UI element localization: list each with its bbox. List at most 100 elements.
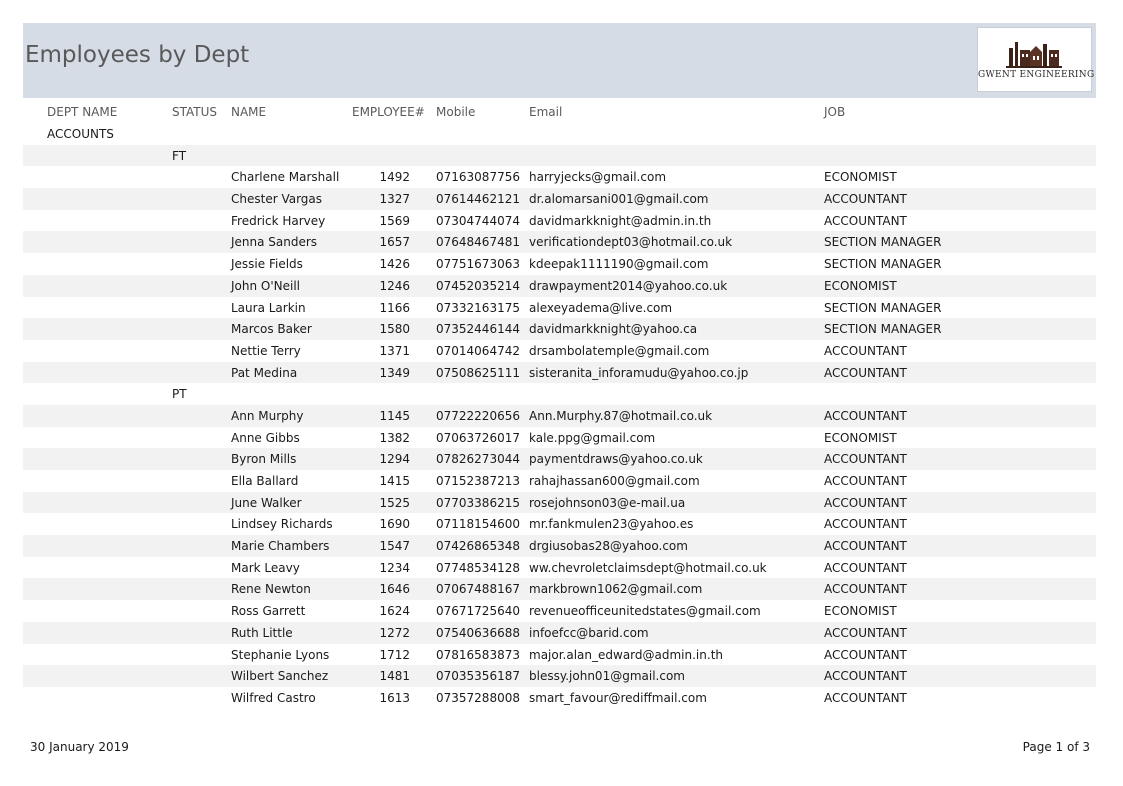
employee-job: ACCOUNTANT [824, 647, 907, 662]
employee-mobile: 07540636688 [436, 625, 520, 640]
employee-job: ACCOUNTANT [824, 669, 907, 684]
employee-email: davidmarkknight@admin.in.th [529, 213, 712, 228]
employee-name: Marie Chambers [231, 539, 330, 554]
col-header-name: NAME [231, 105, 267, 119]
employee-email: mr.fankmulen23@yahoo.es [529, 517, 694, 532]
table-row: Charlene Marshall 1492 07163087756 harryjec… [23, 166, 1096, 188]
employee-number: 1690 [379, 517, 410, 532]
table-row: Pat Medina 1349 07508625111 sisteranita_inf… [23, 361, 1096, 384]
employee-name: Chester Vargas [231, 192, 323, 207]
employee-email: major.alan_edward@admin.in.th [529, 647, 723, 662]
employee-email: ww.chevroletclaimsdept@hotmail.co.uk [529, 560, 767, 575]
employee-mobile: 07751673063 [436, 257, 520, 272]
employee-number: 1234 [379, 560, 410, 575]
employee-number: 1426 [379, 257, 410, 272]
employee-name: Marcos Baker [231, 322, 312, 337]
employee-mobile: 07014064742 [436, 343, 520, 358]
employee-job: ACCOUNTANT [824, 343, 907, 358]
employee-email: drgiusobas28@yahoo.com [529, 539, 688, 554]
employee-job: ACCOUNTANT [824, 517, 907, 532]
employee-number: 1327 [379, 192, 410, 207]
employee-email: davidmarkknight@yahoo.ca [529, 322, 698, 337]
table-row: Marie Chambers 1547 07426865348 drgiusobas2… [23, 535, 1096, 557]
status-group-row: PT [23, 383, 1096, 405]
employee-email: paymentdraws@yahoo.co.uk [529, 452, 703, 467]
employee-name: Stephanie Lyons [231, 647, 330, 662]
employee-job: SECTION MANAGER [824, 257, 942, 272]
table-row: Mark Leavy 1234 07748534128 ww.chevroletcla… [23, 557, 1096, 579]
report-header: Employees by Dept GWENT ENGINEERING [23, 23, 1096, 98]
table-row: Fredrick Harvey 1569 07304744074 davidmarkk… [23, 210, 1096, 232]
employee-mobile: 07703386215 [436, 495, 520, 510]
employee-name: Ruth Little [231, 625, 293, 640]
employee-name: Rene Newton [231, 582, 311, 597]
table-row: Chester Vargas 1327 07614462121 dr.alomarsa… [23, 188, 1096, 210]
employee-job: ECONOMIST [824, 430, 897, 445]
employee-mobile: 07826273044 [436, 452, 520, 467]
employee-name: Lindsey Richards [231, 517, 333, 532]
table-row: Lindsey Richards 1690 07118154600 mr.fankmu… [23, 513, 1096, 535]
employee-number: 1382 [379, 430, 410, 445]
employee-number: 1371 [379, 343, 410, 358]
employee-email: drawpayment2014@yahoo.co.uk [529, 278, 728, 293]
table-row: Ella Ballard 1415 07152387213 rahajhassan60… [23, 470, 1096, 492]
col-header-job: JOB [824, 105, 846, 119]
employee-mobile: 07304744074 [436, 213, 520, 228]
table-row: Byron Mills 1294 07826273044 paymentdraws@y… [23, 448, 1096, 470]
employee-number: 1166 [379, 300, 410, 315]
employee-name: Mark Leavy [231, 560, 300, 575]
employee-email: kdeepak1111190@gmail.com [529, 257, 709, 272]
employee-name: Jenna Sanders [231, 235, 318, 250]
employee-mobile: 07748534128 [436, 560, 520, 575]
table-row: Anne Gibbs 1382 07063726017 kale.ppg@gmail.… [23, 427, 1096, 449]
table-row: Laura Larkin 1166 07332163175 alexeyadema@l… [23, 297, 1096, 319]
table-row: Jessie Fields 1426 07751673063 kdeepak11111… [23, 253, 1096, 275]
employee-job: ACCOUNTANT [824, 539, 907, 554]
employee-number: 1246 [379, 278, 410, 293]
employee-job: ACCOUNTANT [824, 474, 907, 488]
employee-mobile: 07816583873 [436, 647, 520, 662]
employee-number: 1492 [379, 170, 410, 185]
employee-job: ACCOUNTANT [824, 452, 907, 467]
employee-number: 1657 [379, 235, 410, 250]
table-row: Rene Newton 1646 07067488167 markbrown1062@… [23, 578, 1096, 601]
employee-mobile: 07063726017 [436, 430, 520, 445]
employee-number: 1272 [379, 625, 410, 640]
employee-email: rahajhassan600@gmail.com [529, 474, 700, 488]
report-title: Employees by Dept [25, 42, 250, 68]
department-row: ACCOUNTS [23, 123, 1096, 145]
employee-number: 1569 [379, 213, 410, 228]
employee-job: SECTION MANAGER [824, 322, 942, 337]
employee-mobile: 07332163175 [436, 300, 520, 315]
employee-email: drsambolatemple@gmail.com [529, 343, 710, 358]
employee-mobile: 07352446144 [436, 322, 520, 337]
footer-date: 30 January 2019 [30, 740, 129, 754]
col-header-mobile: Mobile [436, 105, 476, 119]
employee-email: alexeyadema@live.com [529, 300, 673, 315]
employee-number: 1415 [379, 474, 410, 488]
employee-email: revenueofficeunitedstates@gmail.com [529, 604, 761, 619]
employee-name: Pat Medina [231, 365, 298, 380]
employee-name: Anne Gibbs [231, 430, 300, 445]
employee-mobile: 07067488167 [436, 582, 520, 597]
employee-job: ACCOUNTANT [824, 365, 907, 380]
employee-number: 1525 [379, 495, 410, 510]
employee-mobile: 07426865348 [436, 539, 520, 554]
employee-email: infoefcc@barid.com [529, 625, 649, 640]
table-row: Wilfred Castro 1613 07357288008 smart_favou… [23, 687, 1096, 709]
employee-email: dr.alomarsani001@gmail.com [529, 192, 709, 207]
employee-job: SECTION MANAGER [824, 235, 942, 250]
employee-name: Jessie Fields [231, 257, 303, 272]
employee-job: ACCOUNTANT [824, 625, 907, 640]
employee-mobile: 07163087756 [436, 170, 520, 185]
employee-email: kale.ppg@gmail.com [529, 430, 656, 445]
employee-mobile: 07118154600 [436, 517, 520, 532]
employee-mobile: 07357288008 [436, 690, 520, 705]
col-header-employee-number: EMPLOYEE# [352, 105, 425, 119]
employee-job: ECONOMIST [824, 278, 897, 293]
status-group-label: PT [172, 387, 187, 402]
employee-name: Byron Mills [231, 452, 297, 467]
employee-mobile: 07152387213 [436, 474, 520, 488]
table-row: Stephanie Lyons 1712 07816583873 major.alan… [23, 644, 1096, 666]
employee-number: 1580 [379, 322, 410, 337]
